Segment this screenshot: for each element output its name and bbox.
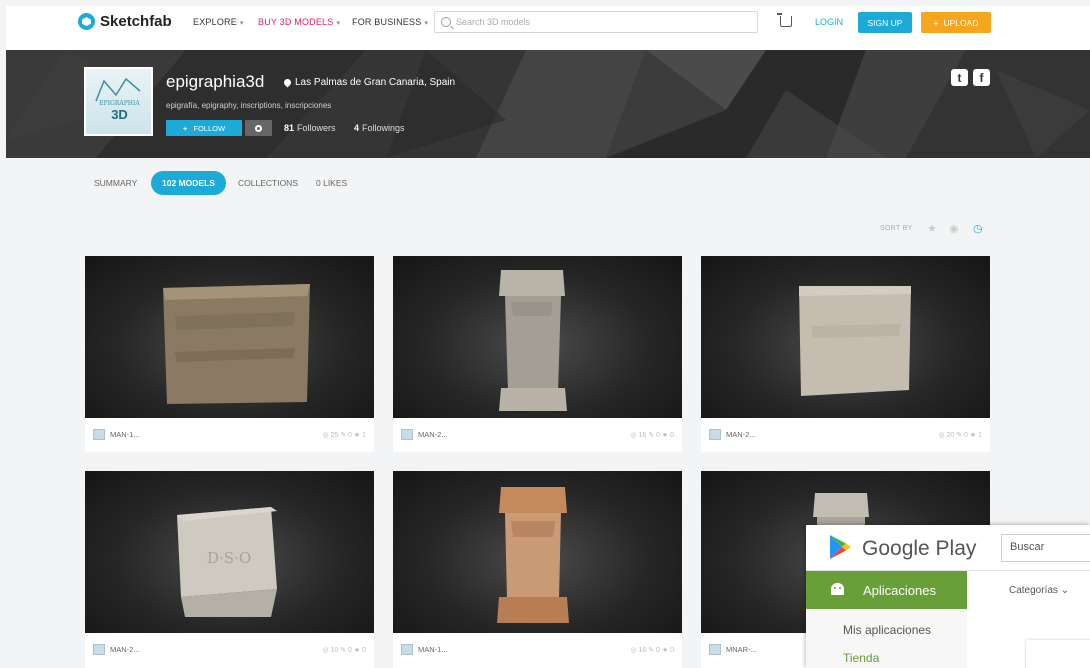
tab-collections[interactable]: COLLECTIONS [238, 178, 298, 188]
plus-icon: + [933, 17, 939, 28]
search-placeholder: Search 3D models [456, 17, 531, 27]
facebook-icon[interactable]: f [973, 69, 990, 86]
sort-label: SORT BY [880, 225, 913, 232]
model-thumbnail[interactable]: D·S·O [85, 471, 374, 633]
model-card-footer: MAN-1... ◎ 25 ✎ 0 ★ 1 [85, 418, 374, 452]
sketchfab-logo[interactable]: Sketchfab [78, 13, 172, 30]
stone-plaque-image [799, 286, 911, 396]
model-stats: ◎ 25 ✎ 0 ★ 1 [322, 432, 366, 439]
google-play-title[interactable]: Google Play [862, 537, 976, 561]
android-icon [831, 583, 844, 595]
model-name[interactable]: MAN-1... [110, 430, 140, 439]
model-card-footer: MAN-1... ◎ 16 ✎ 0 ★ 0 [393, 633, 682, 667]
google-play-logo-icon[interactable] [828, 534, 852, 560]
model-type-icon [401, 429, 413, 440]
model-card-footer: MAN-2... ◎ 20 ✎ 0 ★ 1 [701, 418, 990, 452]
model-thumbnail[interactable] [393, 471, 682, 633]
search-input[interactable]: Search 3D models [434, 11, 758, 33]
apps-label: Aplicaciones [863, 583, 936, 598]
google-play-sidebar [806, 609, 967, 668]
model-thumbnail[interactable] [85, 256, 374, 418]
model-card-footer: MAN-2... ◎ 16 ✎ 0 ★ 0 [393, 418, 682, 452]
google-play-apps-tab[interactable]: Aplicaciones [806, 571, 967, 609]
model-name[interactable]: MAN-2... [726, 430, 756, 439]
cart-icon[interactable] [777, 13, 792, 27]
tab-likes[interactable]: 0 LIKES [316, 178, 347, 188]
followers-count[interactable]: 81 Followers [284, 123, 336, 133]
follow-button[interactable]: + FOLLOW [166, 120, 242, 136]
categories-dropdown[interactable]: Categorías ⌄ [1009, 585, 1069, 596]
model-type-icon [401, 644, 413, 655]
avatar-logo-icon [95, 77, 141, 102]
star-icon[interactable]: ★ [927, 222, 937, 235]
my-apps-link[interactable]: Mis aplicaciones [843, 623, 931, 637]
settings-button[interactable] [245, 120, 272, 136]
avatar-text-top: EPIGRAPHIA [99, 100, 140, 107]
model-card[interactable]: MAN-2... ◎ 20 ✎ 0 ★ 1 [701, 256, 990, 452]
model-thumbnail[interactable] [393, 256, 682, 418]
profile-username: epigraphia3d [166, 72, 265, 91]
followings-count[interactable]: 4 Followings [354, 123, 405, 133]
model-stats: ◎ 10 ✎ 0 ★ 0 [322, 647, 366, 654]
google-play-window: Google Play Buscar Aplicaciones Categorí… [806, 525, 1090, 668]
stone-block-image: D·S·O [177, 507, 277, 617]
search-icon [441, 17, 451, 27]
model-name[interactable]: MAN-2... [110, 645, 140, 654]
model-stats: ◎ 20 ✎ 0 ★ 1 [938, 432, 982, 439]
model-name[interactable]: MAN-2... [418, 430, 448, 439]
profile-location: Las Palmas de Gran Canaria, Spain [282, 77, 455, 88]
google-play-card[interactable] [1026, 640, 1090, 668]
model-type-icon [93, 429, 105, 440]
chevron-down-icon: ▾ [239, 20, 244, 27]
location-pin-icon [282, 77, 293, 88]
store-link[interactable]: Tienda [843, 651, 879, 665]
model-stats: ◎ 16 ✎ 0 ★ 0 [630, 432, 674, 439]
svg-text:D·S·O: D·S·O [207, 549, 251, 567]
model-card[interactable]: MAN-1... ◎ 25 ✎ 0 ★ 1 [85, 256, 374, 452]
model-card[interactable]: MAN-2... ◎ 16 ✎ 0 ★ 0 [393, 256, 682, 452]
tab-summary[interactable]: SUMMARY [94, 178, 137, 188]
model-type-icon [709, 644, 721, 655]
nav-buy-3d-models[interactable]: BUY 3D MODELS ▾ [258, 17, 340, 27]
model-stats: ◎ 16 ✎ 0 ★ 0 [630, 647, 674, 654]
nav-for-business[interactable]: FOR BUSINESS ▾ [352, 17, 428, 27]
clock-icon[interactable]: ◷ [973, 222, 983, 235]
google-play-search-input[interactable]: Buscar [1001, 534, 1090, 562]
model-name[interactable]: MAN-1... [418, 645, 448, 654]
chevron-down-icon: ▾ [424, 20, 429, 27]
model-card-footer: MAN-2... ◎ 10 ✎ 0 ★ 0 [85, 633, 374, 667]
profile-tags: epigrafía, epigraphy, inscriptions, insc… [166, 101, 332, 110]
nav-explore[interactable]: EXPLORE ▾ [193, 17, 244, 27]
model-type-icon [709, 429, 721, 440]
login-link[interactable]: LOGIN [815, 17, 843, 27]
gear-icon [255, 124, 262, 132]
model-card[interactable]: D·S·O MAN-2... ◎ 10 ✎ 0 ★ 0 [85, 471, 374, 668]
twitter-icon[interactable]: t [951, 69, 968, 86]
tab-models[interactable]: 102 MODELS [151, 171, 226, 195]
signup-button[interactable]: SIGN UP [858, 12, 912, 33]
avatar-text-bottom: 3D [111, 107, 128, 122]
upload-button[interactable]: + UPLOAD [921, 12, 991, 33]
model-type-icon [93, 644, 105, 655]
sketchfab-logo-icon [78, 13, 95, 30]
stone-slab-image [163, 284, 310, 404]
avatar[interactable]: EPIGRAPHIA 3D [84, 67, 153, 136]
model-card[interactable]: MAN-1... ◎ 16 ✎ 0 ★ 0 [393, 471, 682, 668]
model-name[interactable]: MNAR-... [726, 645, 757, 654]
stone-altar-image [499, 270, 567, 411]
chevron-down-icon: ▾ [336, 20, 341, 27]
eye-icon[interactable]: ◉ [949, 222, 959, 235]
stone-altar-image [497, 487, 569, 623]
plus-icon: + [182, 123, 188, 133]
brand-name: Sketchfab [100, 13, 172, 30]
model-thumbnail[interactable] [701, 256, 990, 418]
